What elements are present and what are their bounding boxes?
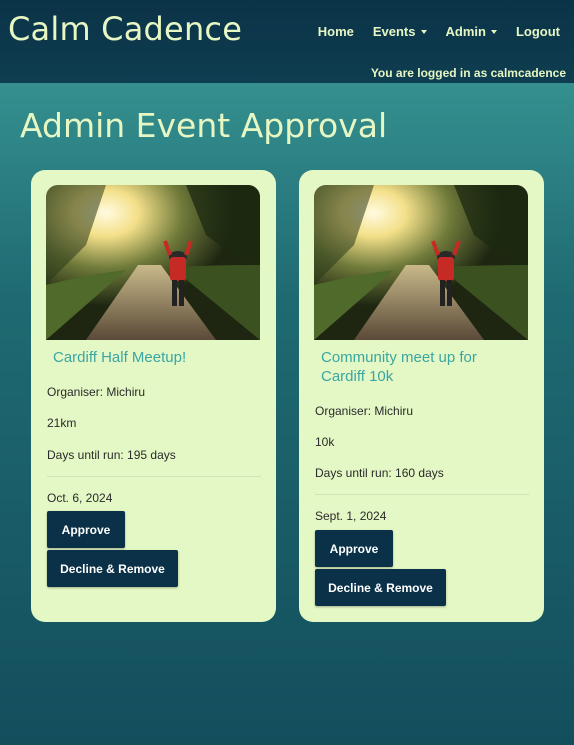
decline-remove-button[interactable]: Decline & Remove bbox=[315, 569, 446, 606]
event-card: Cardiff Half Meetup! Organiser: Michiru … bbox=[31, 170, 276, 622]
nav-logout-link[interactable]: Logout bbox=[516, 24, 560, 39]
event-distance: 21km bbox=[47, 416, 77, 430]
brand-logo[interactable]: Calm Cadence bbox=[8, 10, 242, 48]
approve-button[interactable]: Approve bbox=[47, 511, 125, 548]
nav-logout-label: Logout bbox=[515, 24, 560, 39]
card-divider bbox=[315, 494, 529, 495]
event-date: Sept. 1, 2024 bbox=[315, 509, 387, 523]
nav-links: Home Events Admin Logout bbox=[318, 24, 560, 39]
event-image bbox=[314, 185, 528, 340]
nav-events-dropdown[interactable]: Events bbox=[373, 24, 427, 39]
event-image bbox=[46, 185, 260, 340]
nav-events-label: Events bbox=[372, 24, 416, 39]
decline-remove-button[interactable]: Decline & Remove bbox=[47, 550, 178, 587]
card-divider bbox=[47, 476, 261, 477]
caret-down-icon bbox=[490, 29, 497, 34]
runner-photo bbox=[46, 185, 260, 340]
event-title: Cardiff Half Meetup! bbox=[53, 349, 187, 366]
event-date: Oct. 6, 2024 bbox=[47, 491, 113, 505]
nav-home-label: Home bbox=[317, 24, 354, 39]
event-organiser: Organiser: Michiru bbox=[315, 404, 414, 418]
login-status: You are logged in as calmcadence bbox=[370, 66, 566, 80]
page-title: Admin Event Approval bbox=[20, 106, 388, 145]
nav-admin-label: Admin bbox=[445, 24, 486, 39]
event-days-until: Days until run: 195 days bbox=[47, 448, 176, 462]
event-distance: 10k bbox=[315, 435, 335, 449]
navbar: Calm Cadence Home Events Admin Logout Yo… bbox=[0, 0, 574, 83]
nav-admin-dropdown[interactable]: Admin bbox=[446, 24, 497, 39]
approve-button[interactable]: Approve bbox=[315, 530, 393, 567]
event-days-until: Days until run: 160 days bbox=[315, 466, 444, 480]
event-card: Community meet up for Cardiff 10k Organi… bbox=[299, 170, 544, 622]
nav-home-link[interactable]: Home bbox=[318, 24, 354, 39]
caret-down-icon bbox=[420, 29, 427, 34]
runner-photo bbox=[314, 185, 528, 340]
event-organiser: Organiser: Michiru bbox=[47, 385, 146, 399]
event-title: Community meet up for Cardiff 10k bbox=[321, 349, 477, 385]
